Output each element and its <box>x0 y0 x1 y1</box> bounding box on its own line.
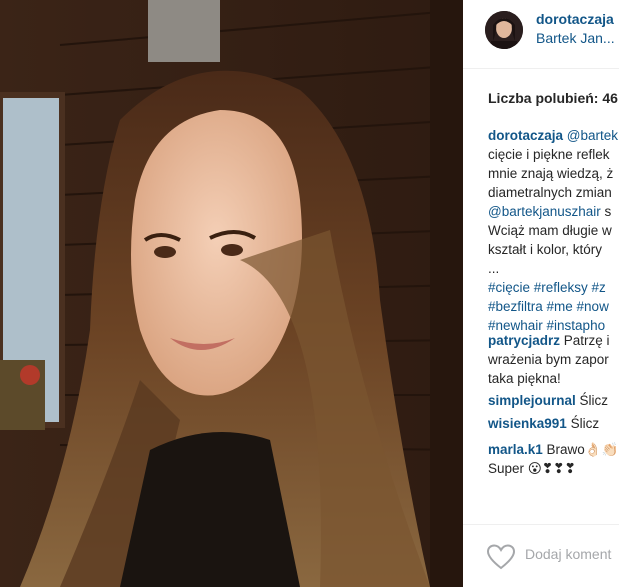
caption-line: kształt i kolor, który <box>488 242 603 257</box>
comment-text: Super 😮❣❣❣ <box>488 461 576 476</box>
add-comment-input[interactable]: Dodaj koment <box>525 546 611 562</box>
caption-text: s <box>600 204 612 219</box>
caption-line: cięcie i piękne reflek <box>488 147 610 162</box>
caption-mention[interactable]: @bartekjanuszhair <box>488 204 601 219</box>
avatar-image <box>485 11 523 49</box>
post-caption: dorotaczaja @bartek cięcie i piękne refl… <box>488 126 618 335</box>
caption-line: mnie znają wiedzą, ż <box>488 166 614 181</box>
caption-line: Wciąż mam długie w <box>488 223 612 238</box>
comment-username[interactable]: simplejournal <box>488 393 576 408</box>
caption-more: ... <box>488 261 500 276</box>
comment-item: simplejournal Ślicz <box>488 391 608 410</box>
caption-hashtags[interactable]: #bezfiltra #me #now <box>488 297 618 316</box>
comment-item: wisienka991 Ślicz <box>488 414 599 433</box>
like-button[interactable] <box>486 544 516 570</box>
post-author-username[interactable]: dorotaczaja <box>536 11 614 27</box>
comment-text: Ślicz <box>566 416 600 431</box>
caption-line: diametralnych zmian <box>488 185 612 200</box>
caption-hashtags[interactable]: #cięcie #refleksy #z <box>488 278 618 297</box>
comment-text: taka piękna! <box>488 371 561 386</box>
post-sidebar: dorotaczaja Bartek Jan... Liczba polubie… <box>463 0 619 587</box>
caption-mention[interactable]: @bartek <box>567 128 618 143</box>
comment-username[interactable]: marla.k1 <box>488 442 543 457</box>
likes-count[interactable]: Liczba polubień: 46 <box>488 90 618 106</box>
comment-item: marla.k1 Brawo👌🏻👏🏻 Super 😮❣❣❣ <box>488 440 618 478</box>
comment-text: wrażenia bym zapor <box>488 352 609 367</box>
selfie-image <box>0 0 463 587</box>
comment-username[interactable]: patrycjadrz <box>488 333 560 348</box>
caption-username[interactable]: dorotaczaja <box>488 128 563 143</box>
comment-text: Ślicz <box>575 393 609 408</box>
comment-text: Brawo👌🏻👏🏻 <box>542 442 619 457</box>
comment-text: Patrzę i <box>560 333 610 348</box>
post-photo[interactable] <box>0 0 463 587</box>
post-location[interactable]: Bartek Jan... <box>536 30 615 46</box>
heart-outline-icon <box>486 544 516 570</box>
post-header: dorotaczaja Bartek Jan... <box>463 0 619 69</box>
comment-item: patrycjadrz Patrzę i wrażenia bym zapor … <box>488 331 610 388</box>
comment-username[interactable]: wisienka991 <box>488 416 567 431</box>
avatar[interactable] <box>485 11 523 49</box>
post-footer: Dodaj koment <box>463 524 619 587</box>
